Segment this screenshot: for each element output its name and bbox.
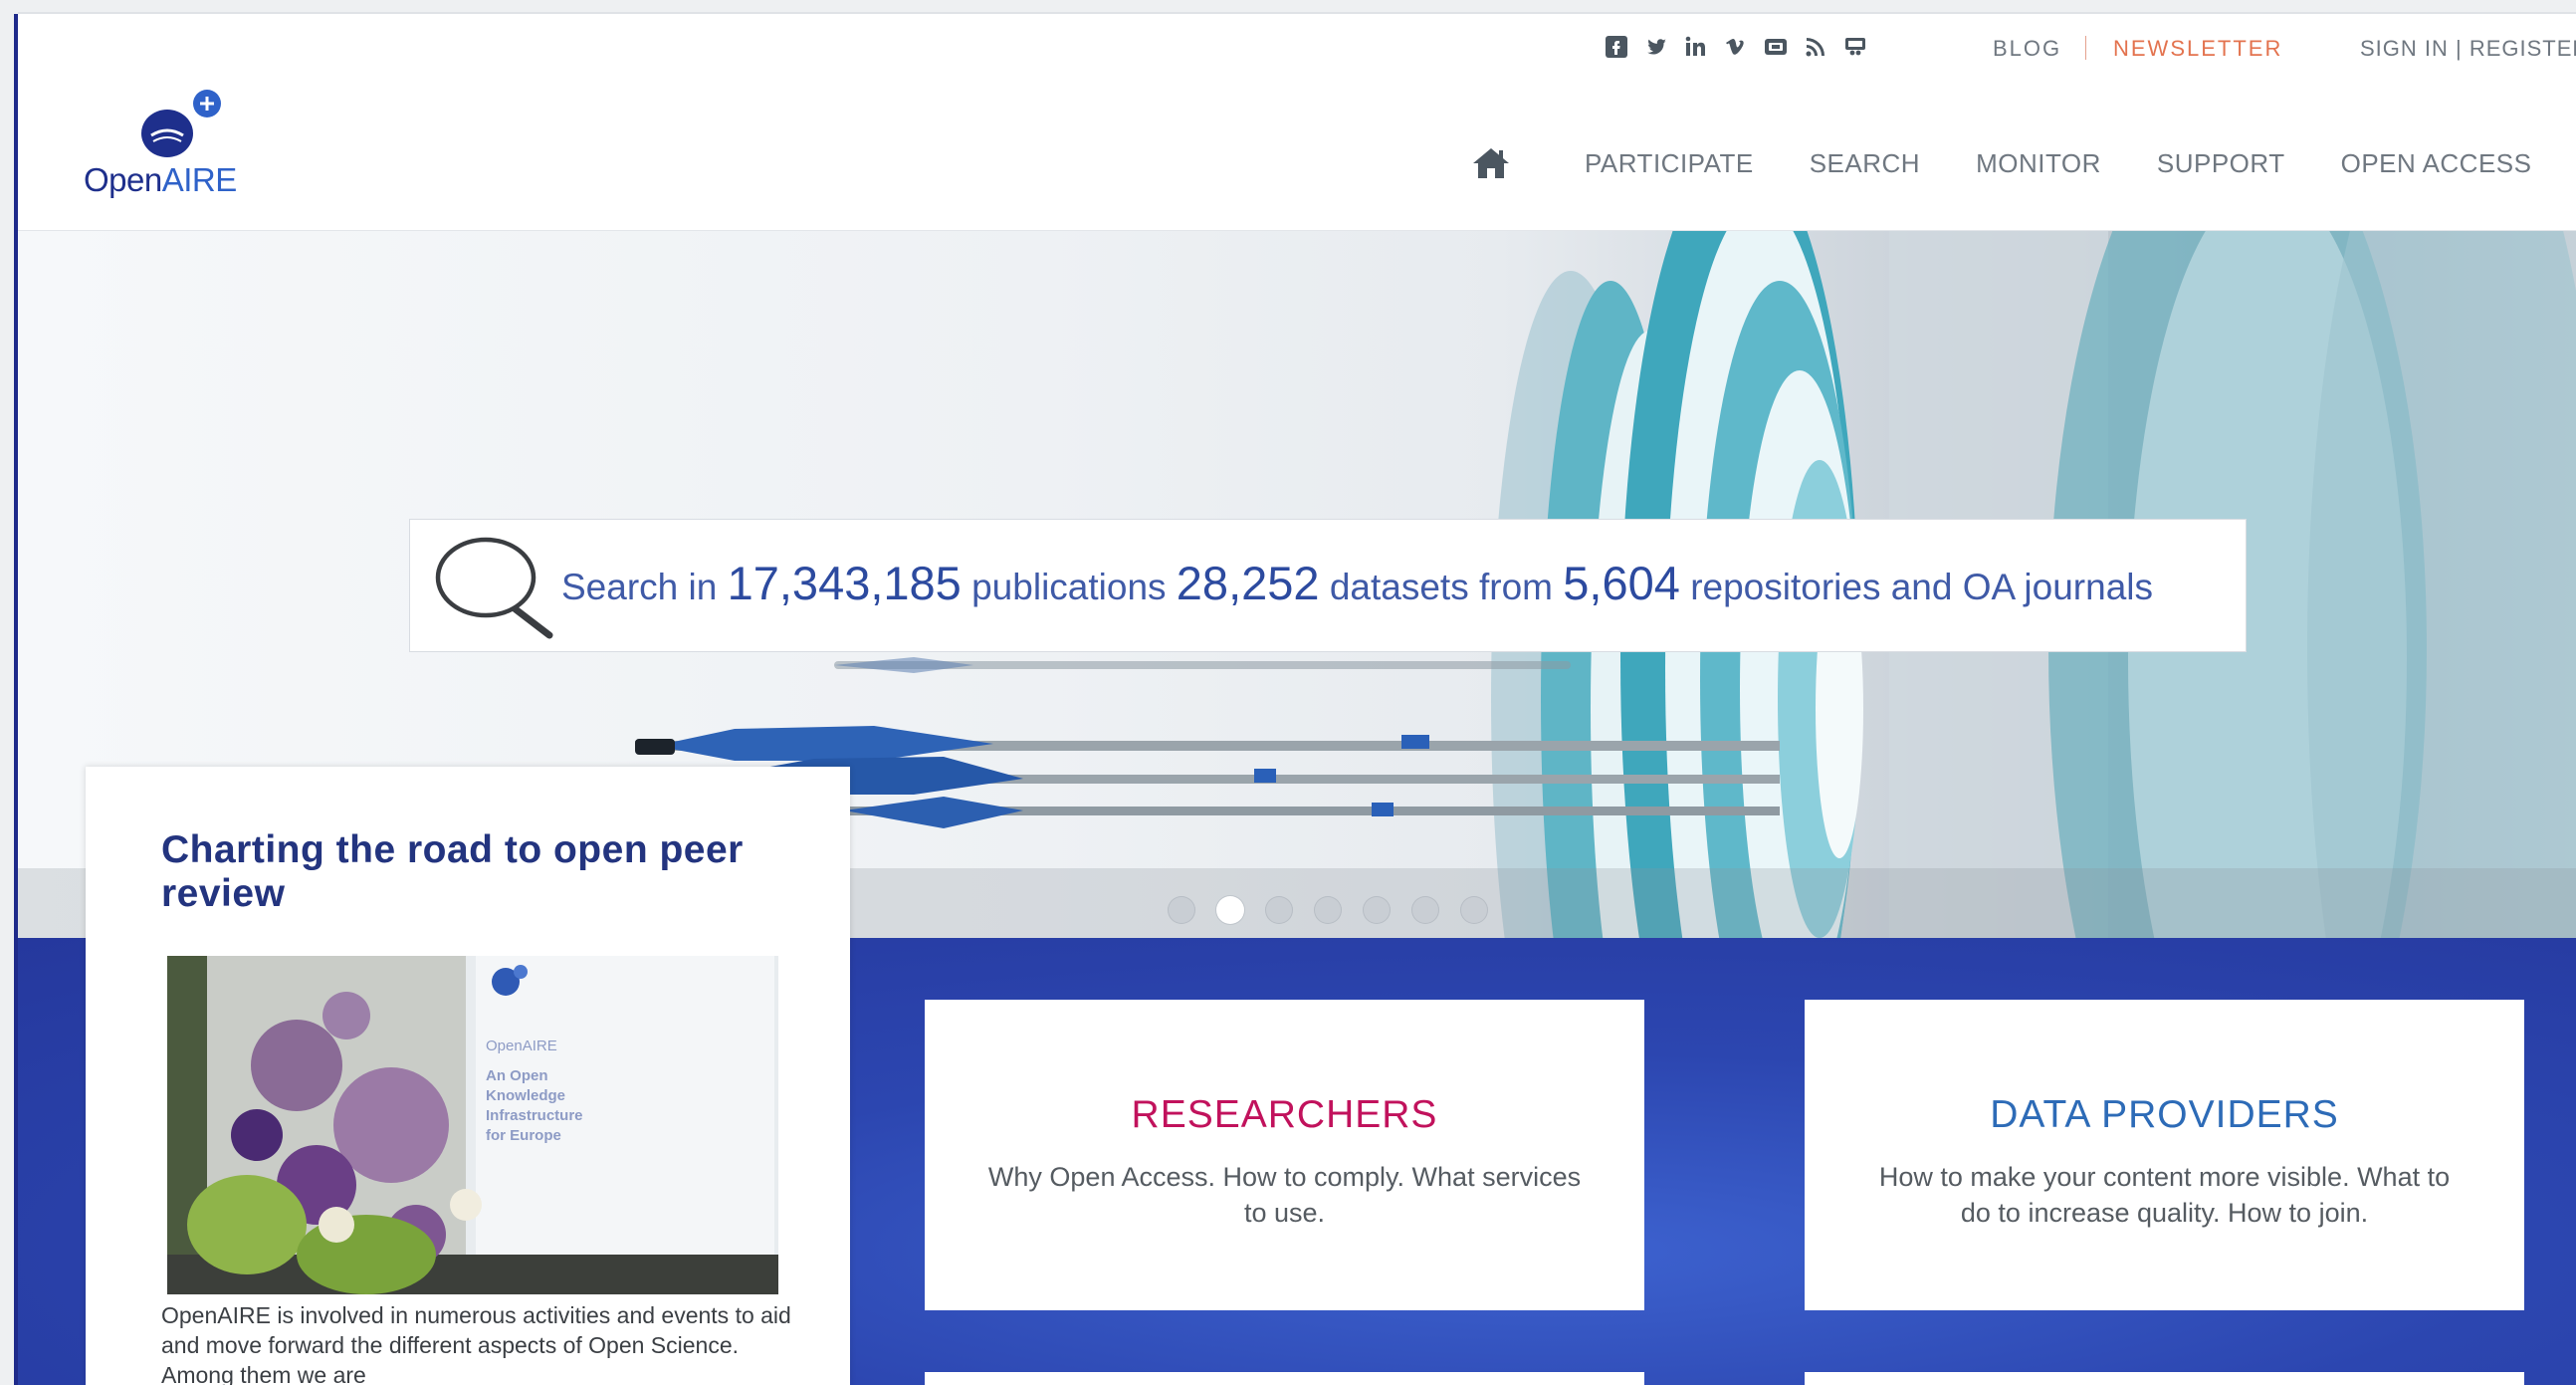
svg-text:Knowledge: Knowledge (486, 1087, 565, 1104)
carousel-dot[interactable] (1314, 896, 1342, 924)
repositories-count: 5,604 (1563, 557, 1680, 609)
social-links (1604, 34, 1868, 60)
twitter-icon[interactable] (1643, 34, 1669, 60)
datasets-count: 28,252 (1176, 557, 1320, 609)
main-navigation: PARTICIPATE SEARCH MONITOR SUPPORT OPEN … (1471, 145, 2532, 181)
home-icon[interactable] (1471, 145, 1511, 181)
publications-label: publications (971, 567, 1167, 607)
news-excerpt: OpenAIRE is involved in numerous activit… (161, 1302, 791, 1385)
researchers-title[interactable]: RESEARCHERS (925, 1093, 1644, 1137)
search-stats-text[interactable]: Search in 17,343,185 publications 28,252… (561, 556, 2153, 610)
newsletter-link[interactable]: NEWSLETTER (2113, 36, 2282, 62)
nav-open-access[interactable]: OPEN ACCESS (2341, 148, 2532, 179)
rss-icon[interactable] (1803, 34, 1828, 60)
next-tile-left[interactable] (925, 1372, 1644, 1385)
datasets-label: datasets from (1329, 567, 1553, 607)
repositories-label: repositories and OA journals (1690, 567, 2153, 607)
data-providers-title[interactable]: DATA PROVIDERS (1805, 1093, 2524, 1137)
search-prefix: Search in (561, 567, 718, 607)
carousel-dots (1168, 896, 1488, 924)
carousel-dot[interactable] (1460, 896, 1488, 924)
youtube-icon[interactable] (1763, 34, 1789, 60)
nav-support[interactable]: SUPPORT (2157, 148, 2285, 179)
svg-text:OpenAIRE: OpenAIRE (486, 1038, 557, 1054)
nav-search[interactable]: SEARCH (1810, 148, 1920, 179)
news-card[interactable]: Charting the road to open peer review Op… (86, 767, 850, 1385)
researchers-description: Why Open Access. How to comply. What ser… (987, 1162, 1582, 1228)
carousel-dot[interactable] (1411, 896, 1439, 924)
facebook-icon[interactable] (1604, 34, 1629, 60)
flowers-photo: OpenAIRE An Open Knowledge Infrastructur… (167, 956, 778, 1294)
svg-text:for Europe: for Europe (486, 1127, 561, 1144)
openaire-logo-mark (141, 90, 221, 157)
carousel-dot[interactable] (1265, 896, 1293, 924)
news-title[interactable]: Charting the road to open peer review (161, 828, 798, 916)
researchers-tile[interactable]: RESEARCHERS Why Open Access. How to comp… (925, 1000, 1644, 1310)
carousel-dot[interactable] (1168, 896, 1195, 924)
vimeo-icon[interactable] (1723, 34, 1749, 60)
data-providers-tile[interactable]: DATA PROVIDERS How to make your content … (1805, 1000, 2524, 1310)
news-photo[interactable]: OpenAIRE An Open Knowledge Infrastructur… (167, 956, 778, 1294)
nav-monitor[interactable]: MONITOR (1976, 148, 2101, 179)
nav-participate[interactable]: PARTICIPATE (1585, 148, 1754, 179)
global-search-bar[interactable]: Search in 17,343,185 publications 28,252… (409, 519, 2247, 652)
data-providers-description: How to make your content more visible. W… (1878, 1162, 2451, 1228)
publications-count: 17,343,185 (727, 557, 962, 609)
carousel-dot[interactable] (1363, 896, 1391, 924)
search-icon[interactable] (432, 532, 555, 643)
carousel-dot-active[interactable] (1216, 896, 1244, 924)
site-header: OpenAIRE BLOG NEWSLETTER SIGN IN | REGIS… (18, 14, 2576, 231)
svg-text:An Open: An Open (486, 1067, 548, 1084)
browser-left-edge (0, 0, 18, 1385)
next-tile-right[interactable] (1805, 1372, 2524, 1385)
blog-link[interactable]: BLOG (1993, 36, 2061, 62)
svg-text:Infrastructure: Infrastructure (486, 1107, 583, 1124)
logo-wordmark: OpenAIRE (84, 161, 237, 198)
utility-divider (2085, 36, 2086, 60)
openaire-logo[interactable]: OpenAIRE (84, 88, 283, 207)
browser-top-edge (0, 0, 2576, 14)
linkedin-icon[interactable] (1683, 34, 1709, 60)
sign-in-register-link[interactable]: SIGN IN | REGISTER (2360, 36, 2576, 62)
slideshare-icon[interactable] (1842, 34, 1868, 60)
